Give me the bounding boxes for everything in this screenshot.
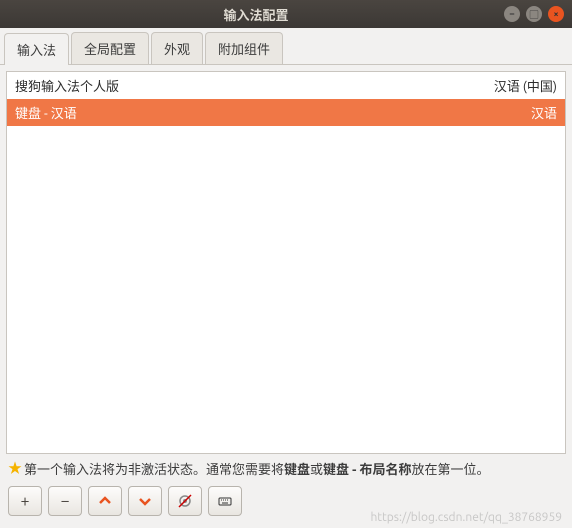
content-area: 搜狗输入法个人版 汉语 (中国) 键盘 - 汉语 汉语 ★ 第一个输入法将为非激… <box>0 65 572 528</box>
tab-input-method[interactable]: 输入法 <box>4 33 69 65</box>
minus-icon: − <box>60 492 69 510</box>
list-item[interactable]: 键盘 - 汉语 汉语 <box>7 99 565 126</box>
keyboard-icon <box>217 493 233 509</box>
list-item[interactable]: 搜狗输入法个人版 汉语 (中国) <box>7 72 565 99</box>
plus-icon: + <box>20 492 29 510</box>
configure-button[interactable] <box>168 486 202 516</box>
input-method-list[interactable]: 搜狗输入法个人版 汉语 (中国) 键盘 - 汉语 汉语 <box>6 71 566 454</box>
chevron-up-icon <box>97 493 113 509</box>
tab-global-config[interactable]: 全局配置 <box>71 32 149 64</box>
star-icon: ★ <box>8 458 22 478</box>
window-controls: – ▢ × <box>504 6 564 22</box>
keyboard-button[interactable] <box>208 486 242 516</box>
move-up-button[interactable] <box>88 486 122 516</box>
tab-bar: 输入法 全局配置 外观 附加组件 <box>0 28 572 65</box>
toolbar: + − <box>6 482 566 522</box>
minimize-icon[interactable]: – <box>504 6 520 22</box>
tab-addons[interactable]: 附加组件 <box>205 32 283 64</box>
move-down-button[interactable] <box>128 486 162 516</box>
close-icon[interactable]: × <box>548 6 564 22</box>
window: 输入法配置 – ▢ × 输入法 全局配置 外观 附加组件 搜狗输入法个人版 汉语… <box>0 0 572 528</box>
list-item-name: 键盘 - 汉语 <box>15 103 77 122</box>
maximize-icon[interactable]: ▢ <box>526 6 542 22</box>
window-title: 输入法配置 <box>8 5 504 24</box>
list-item-lang: 汉语 (中国) <box>494 76 557 95</box>
tab-appearance[interactable]: 外观 <box>151 32 203 64</box>
add-button[interactable]: + <box>8 486 42 516</box>
titlebar: 输入法配置 – ▢ × <box>0 0 572 28</box>
list-item-lang: 汉语 <box>531 103 557 122</box>
list-item-name: 搜狗输入法个人版 <box>15 76 119 95</box>
chevron-down-icon <box>137 493 153 509</box>
remove-button[interactable]: − <box>48 486 82 516</box>
gear-icon <box>177 493 193 509</box>
hint-text: ★ 第一个输入法将为非激活状态。通常您需要将键盘或键盘 - 布局名称放在第一位。 <box>6 454 566 482</box>
